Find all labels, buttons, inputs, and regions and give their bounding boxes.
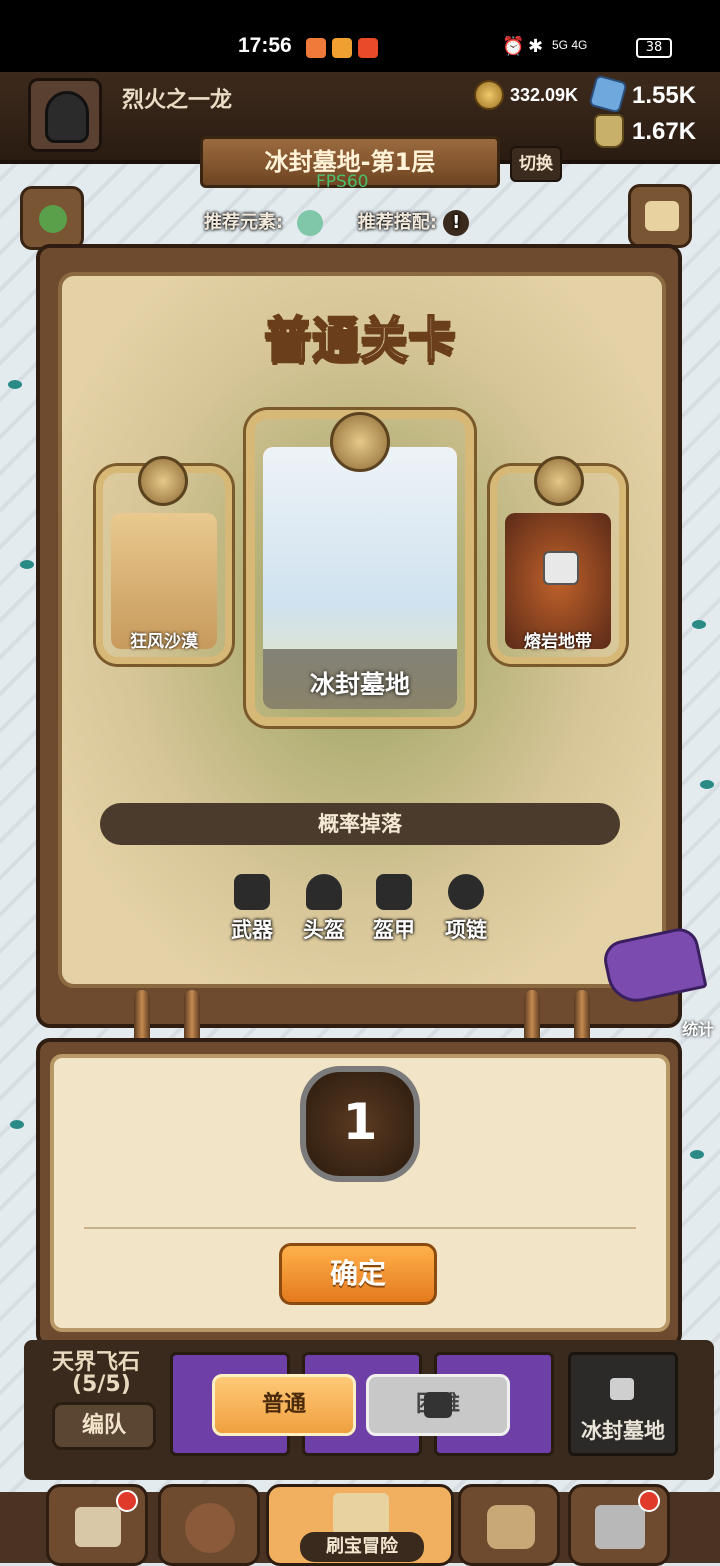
scroll-icon [645, 201, 679, 231]
level-slider-track[interactable] [84, 1227, 636, 1229]
switch-stage-button[interactable]: 切换 [510, 146, 562, 182]
map-creature-icon [692, 620, 706, 629]
gold-coin-icon [474, 80, 504, 110]
drop-label: 头盔 [303, 918, 345, 942]
app-notification-icon [358, 38, 378, 58]
recommend-combo-label: 推荐搭配: [357, 212, 437, 233]
battery-level: 38 [636, 38, 672, 58]
notification-dot [116, 1490, 138, 1512]
boss-medal-icon [534, 456, 584, 506]
status-time: 17:56 [238, 34, 292, 57]
map-creature-icon [700, 780, 714, 789]
bluetooth-icon: ✱ [528, 36, 544, 57]
lock-icon [543, 551, 579, 585]
recommendations: 推荐元素: 推荐搭配: ! [204, 208, 470, 236]
panel-title: 普通关卡 [263, 311, 457, 369]
app-notification-icon [332, 38, 352, 58]
sword-icon [234, 874, 270, 910]
formation-button[interactable]: 编队 [52, 1402, 156, 1450]
team-count: (5/5) [72, 1372, 131, 1397]
clover-icon [39, 205, 67, 233]
drop-item-necklace: 项链 [434, 874, 498, 944]
stats-button[interactable]: 统计 [682, 1016, 714, 1040]
map-name: 熔岩地带 [524, 632, 592, 652]
map-creature-icon [20, 560, 34, 569]
treasure-map-icon [333, 1493, 389, 1535]
lock-icon [424, 1392, 452, 1418]
alarm-icon: ⏰ [502, 36, 525, 57]
helmet-icon [306, 874, 342, 910]
level-number-badge[interactable]: 1 [300, 1066, 420, 1182]
fps-counter: FPS60 [316, 172, 369, 192]
map-creature-icon [8, 380, 22, 389]
status-bar: 17:56 ⏰ ✱ 5G 4G 38 [0, 0, 720, 72]
player-avatar[interactable] [28, 78, 102, 152]
hero-portrait-icon [185, 1503, 235, 1553]
drop-label: 武器 [231, 918, 273, 942]
player-name: 烈火之一龙 [122, 88, 233, 113]
necklace-icon [448, 874, 484, 910]
app-notification-icon [306, 38, 326, 58]
drop-label: 项链 [445, 918, 487, 942]
potion-jar-icon [594, 114, 624, 148]
lock-icon [610, 1378, 634, 1400]
boss-medal-icon [138, 456, 188, 506]
drop-label: 盔甲 [373, 918, 415, 942]
gold-amount: 332.09K [510, 85, 579, 105]
network-signal: 5G 4G [552, 38, 588, 52]
gem-amount: 1.55K [632, 82, 697, 109]
nav-bag[interactable] [458, 1484, 560, 1566]
map-name: 狂风沙漠 [130, 632, 198, 652]
hammer-icon [595, 1505, 645, 1549]
nav-heroes[interactable] [158, 1484, 260, 1566]
clover-side-button[interactable] [20, 186, 84, 250]
drop-header: 概率掉落 [100, 803, 620, 845]
wind-element-icon [297, 210, 324, 236]
recommend-element-label: 推荐元素: [204, 212, 284, 233]
helmet-icon [45, 91, 89, 143]
potion-amount: 1.67K [632, 118, 697, 145]
scroll-side-button[interactable] [628, 184, 692, 248]
boss-medal-icon [330, 412, 390, 472]
map-name: 冰封墓地 [309, 670, 410, 699]
warning-icon: ! [443, 210, 470, 236]
confirm-button[interactable]: 确定 [279, 1243, 437, 1305]
notification-dot [638, 1490, 660, 1512]
armor-icon [376, 874, 412, 910]
drop-item-armor: 盔甲 [362, 874, 426, 944]
normal-mode-button[interactable]: 普通 [212, 1374, 356, 1436]
shop-icon [75, 1507, 121, 1547]
map-creature-icon [10, 1120, 24, 1129]
locked-map-slot[interactable]: 冰封墓地 [568, 1352, 678, 1456]
drop-item-weapon: 武器 [220, 874, 284, 944]
drop-item-helmet: 头盔 [292, 874, 356, 944]
map-creature-icon [690, 1150, 704, 1159]
backpack-icon [487, 1505, 535, 1549]
nav-active-label: 刷宝冒险 [300, 1532, 424, 1562]
